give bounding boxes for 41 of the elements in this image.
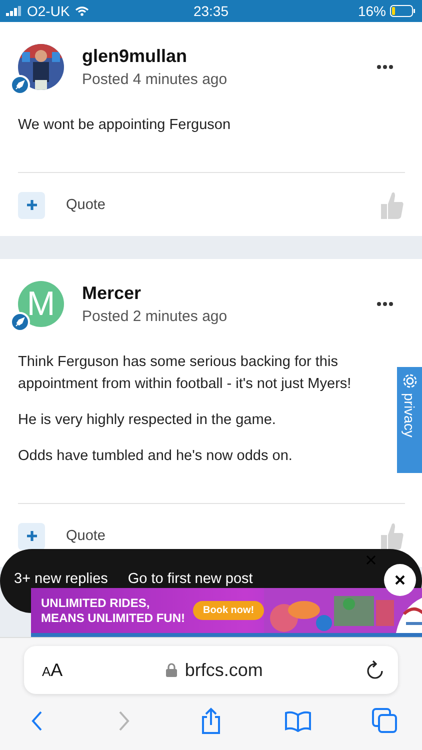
book-icon (284, 710, 312, 732)
text-size-button[interactable]: AA (42, 660, 63, 680)
post-text: He is very highly respected in the game. (18, 411, 277, 430)
thumbs-up-icon[interactable] (379, 521, 405, 551)
chevron-left-icon (31, 711, 43, 731)
close-icon (395, 575, 405, 585)
signal-icon (6, 6, 22, 16)
ad-headline: UNLIMITED RIDES, (41, 596, 151, 610)
clock-time: 23:35 (193, 3, 229, 19)
chevron-right-icon (118, 711, 130, 731)
share-icon (200, 707, 222, 735)
multiquote-button[interactable] (18, 522, 45, 550)
new-replies-count: 3+ new replies (14, 571, 108, 587)
author-name: Mercer (82, 283, 142, 304)
post-time: Posted 2 minutes ago (82, 308, 228, 325)
quote-link[interactable]: Quote (66, 197, 358, 213)
lock-icon (166, 663, 177, 677)
post-time: Posted 4 minutes ago (82, 71, 228, 88)
settings-icon (402, 373, 418, 389)
plus-icon (26, 199, 38, 211)
ad-banner[interactable]: UNLIMITED RIDES, MEANS UNLIMITED FUN! Book now! (31, 588, 422, 637)
multiquote-button[interactable] (18, 192, 45, 218)
battery-icon (390, 5, 416, 17)
reload-icon[interactable] (366, 660, 384, 680)
url-text: brfcs.com (184, 660, 263, 680)
post-text: We wont be appointing Ferguson (18, 116, 232, 135)
address-bar[interactable]: AA brfcs.com (24, 646, 398, 694)
user-avatar: M (18, 281, 64, 327)
tabs-icon (372, 708, 398, 734)
carrier-name: O2-UK (27, 3, 70, 19)
ad-headline: MEANS UNLIMITED FUN! (41, 610, 185, 626)
battery-percent: 16% (358, 3, 386, 19)
post-text: Odds have tumbled and he's now odds on. (18, 447, 294, 466)
tabs-button[interactable] (370, 706, 400, 736)
plus-icon (26, 530, 38, 542)
post-text: Think Ferguson has some serious backing for this appointment from within football - it's not just Myers! (18, 353, 352, 394)
wifi-icon (74, 6, 89, 16)
author-name: glen9mullan (82, 46, 188, 67)
first-new-post-link[interactable]: Go to first new post (128, 571, 253, 587)
quote-link[interactable]: Quote (66, 528, 358, 544)
thumbs-up-icon[interactable] (379, 190, 405, 220)
